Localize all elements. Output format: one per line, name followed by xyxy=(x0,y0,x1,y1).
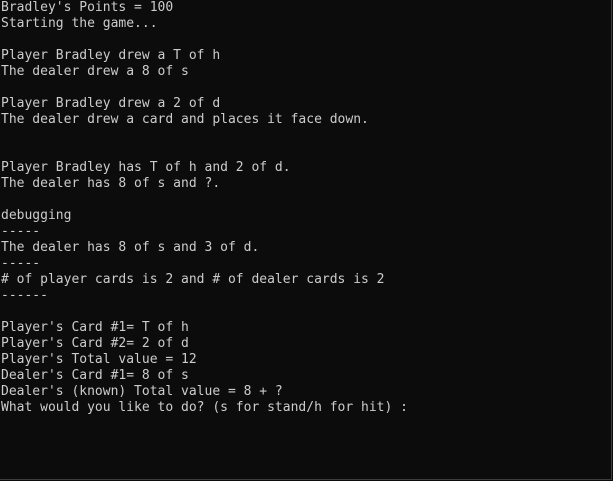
output-line-blank xyxy=(1,32,408,48)
console-window[interactable]: Bradley's Points = 100 Starting the game… xyxy=(0,0,612,480)
output-line-dealer-card-1: Dealer's Card #1= 8 of s xyxy=(1,368,189,383)
output-line-blank xyxy=(1,144,408,160)
output-line-debugging: debugging xyxy=(1,208,72,223)
output-line-player-card-2: Player's Card #2= 2 of d xyxy=(1,336,189,351)
output-line-blank xyxy=(1,304,408,320)
output-line-points: Bradley's Points = 100 xyxy=(1,0,174,15)
output-line-separator: ------ xyxy=(1,288,48,303)
console-output: Bradley's Points = 100 Starting the game… xyxy=(1,0,408,416)
input-prompt[interactable]: What would you like to do? (s for stand/… xyxy=(1,400,408,416)
output-line-player-draw-2: Player Bradley drew a 2 of d xyxy=(1,96,221,111)
output-line-separator: ----- xyxy=(1,224,41,239)
output-line-blank xyxy=(1,128,408,144)
output-line-separator: ----- xyxy=(1,256,41,271)
output-line-player-draw-1: Player Bradley drew a T of h xyxy=(1,48,221,63)
output-line-dealer-total: Dealer's (known) Total value = 8 + ? xyxy=(1,384,283,399)
output-line-player-total: Player's Total value = 12 xyxy=(1,352,197,367)
output-line-blank xyxy=(1,80,408,96)
output-line-dealer-draw-1: The dealer drew a 8 of s xyxy=(1,64,189,79)
output-line-dealer-draw-2: The dealer drew a card and places it fac… xyxy=(1,112,369,127)
output-line-blank xyxy=(1,192,408,208)
output-line-card-counts: # of player cards is 2 and # of dealer c… xyxy=(1,272,385,287)
output-line-starting: Starting the game... xyxy=(1,16,158,31)
output-line-player-card-1: Player's Card #1= T of h xyxy=(1,320,189,335)
output-line-dealer-full-hand: The dealer has 8 of s and 3 of d. xyxy=(1,240,260,255)
output-line-dealer-hand: The dealer has 8 of s and ?. xyxy=(1,176,221,191)
output-line-player-hand: Player Bradley has T of h and 2 of d. xyxy=(1,160,291,175)
